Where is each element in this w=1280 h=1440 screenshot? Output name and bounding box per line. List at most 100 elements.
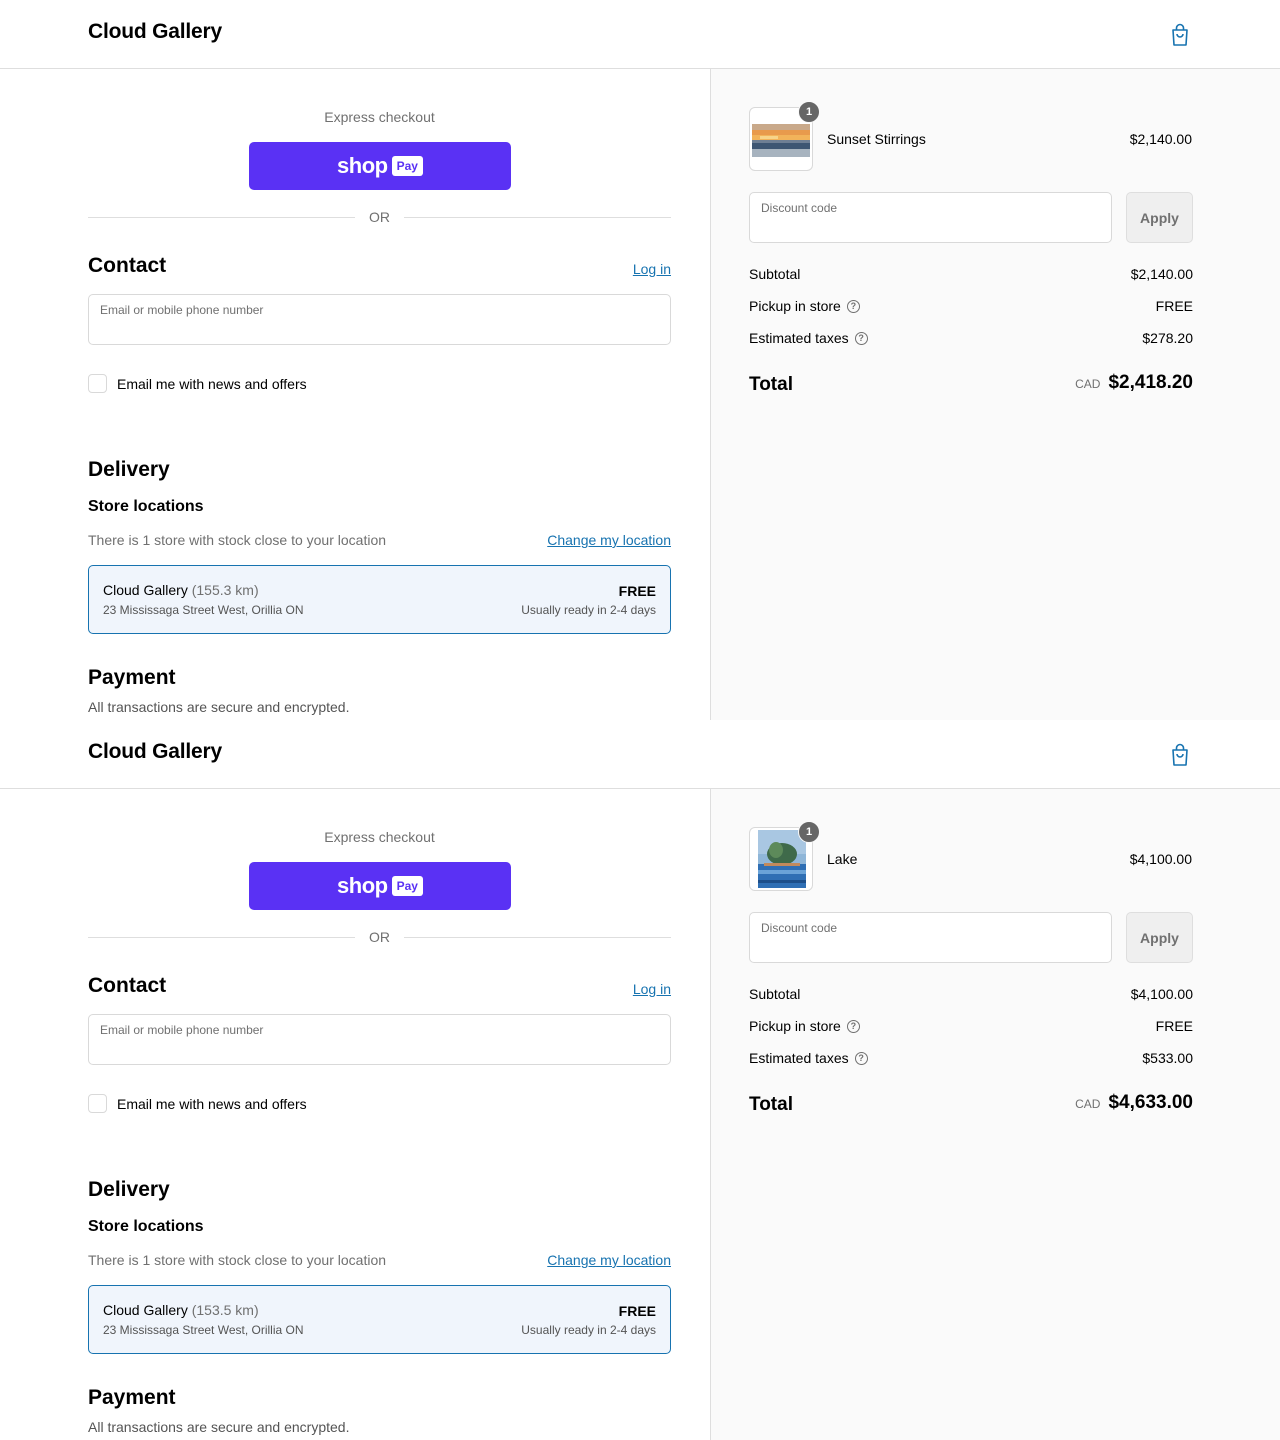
store-name: Cloud Gallery — [103, 1302, 188, 1318]
pickup-value: FREE — [1155, 298, 1193, 314]
quantity-badge: 1 — [798, 821, 820, 843]
contact-heading: Contact — [88, 254, 167, 277]
store-locations-heading: Store locations — [88, 1218, 204, 1235]
change-location-link[interactable]: Change my location — [547, 1252, 671, 1268]
email-input[interactable] — [100, 318, 659, 338]
checkout-main: Express checkout shop Pay OR Contact Log… — [0, 69, 710, 720]
shop-pay-wordmark: shop — [337, 153, 388, 178]
shopping-bag-icon[interactable] — [1170, 23, 1190, 47]
discount-input[interactable] — [761, 216, 1100, 236]
change-location-link[interactable]: Change my location — [547, 532, 671, 548]
product-price: $2,140.00 — [1129, 131, 1192, 147]
express-checkout-label: Express checkout — [324, 109, 435, 125]
shopping-bag-icon[interactable] — [1170, 743, 1190, 767]
order-summary: 1 Sunset Stirrings $2,140.00 Discount co… — [710, 69, 1280, 720]
order-summary: 1 Lake $4,100.00 Discount code Apply Sub… — [710, 789, 1280, 1440]
taxes-label-wrap: Estimated taxes ? — [749, 1050, 868, 1066]
email-input[interactable] — [100, 1038, 659, 1058]
delivery-heading: Delivery — [88, 1178, 170, 1201]
pickup-label: Pickup in store — [749, 298, 841, 314]
subtotal-value: $2,140.00 — [1130, 266, 1193, 282]
question-circle-icon[interactable]: ? — [854, 331, 868, 345]
subtotal-row: Subtotal $2,140.00 — [749, 266, 1193, 286]
total-row: Total CAD $4,633.00 — [749, 1092, 1193, 1118]
checkout-frame-1: Cloud Gallery Express checkout shop Pay … — [0, 0, 1280, 720]
store-address: 23 Mississaga Street West, Orillia ON — [103, 1323, 304, 1337]
newsletter-checkbox[interactable] — [88, 1094, 107, 1113]
product-name: Lake — [827, 851, 858, 867]
subtotal-label: Subtotal — [749, 986, 801, 1002]
store-price: FREE — [618, 583, 656, 599]
newsletter-checkbox[interactable] — [88, 374, 107, 393]
email-field-label: Email or mobile phone number — [100, 303, 264, 317]
total-value: $4,633.00 — [1108, 1092, 1193, 1113]
taxes-row: Estimated taxes ? $533.00 — [749, 1050, 1193, 1070]
pickup-label-wrap: Pickup in store ? — [749, 1018, 860, 1034]
checkout-main: Express checkout shop Pay OR Contact Log… — [0, 789, 710, 1440]
contact-heading: Contact — [88, 974, 167, 997]
store-address: 23 Mississaga Street West, Orillia ON — [103, 603, 304, 617]
store-locations-heading: Store locations — [88, 498, 204, 515]
header: Cloud Gallery — [0, 0, 1280, 69]
product-thumbnail: 1 — [749, 101, 820, 171]
currency-code: CAD — [1075, 1097, 1101, 1111]
pickup-row: Pickup in store ? FREE — [749, 298, 1193, 318]
subtotal-row: Subtotal $4,100.00 — [749, 986, 1193, 1006]
discount-field-label: Discount code — [761, 921, 838, 935]
store-option[interactable]: Cloud Gallery (153.5 km) 23 Mississaga S… — [88, 1285, 671, 1354]
shop-pay-button[interactable]: shop Pay — [249, 862, 511, 910]
product-price: $4,100.00 — [1129, 851, 1192, 867]
newsletter-option[interactable]: Email me with news and offers — [88, 1094, 307, 1113]
pickup-label-wrap: Pickup in store ? — [749, 298, 860, 314]
or-divider: OR — [88, 929, 671, 945]
email-field[interactable]: Email or mobile phone number — [88, 1014, 671, 1065]
or-divider: OR — [88, 209, 671, 225]
total-value: $2,418.20 — [1108, 372, 1193, 393]
taxes-label: Estimated taxes — [749, 330, 849, 346]
login-link[interactable]: Log in — [633, 261, 671, 277]
store-logo[interactable]: Cloud Gallery — [88, 20, 222, 44]
question-circle-icon[interactable]: ? — [846, 1019, 860, 1033]
stock-note: There is 1 store with stock close to you… — [88, 1252, 387, 1268]
payment-note: All transactions are secure and encrypte… — [88, 699, 350, 715]
store-name-line: Cloud Gallery (155.3 km) — [103, 582, 259, 598]
email-field-label: Email or mobile phone number — [100, 1023, 264, 1037]
express-checkout-label: Express checkout — [324, 829, 435, 845]
discount-code-field[interactable]: Discount code — [749, 192, 1112, 243]
store-name-line: Cloud Gallery (153.5 km) — [103, 1302, 259, 1318]
shop-pay-badge: Pay — [391, 876, 423, 896]
question-circle-icon[interactable]: ? — [854, 1051, 868, 1065]
product-thumbnail: 1 — [749, 821, 820, 891]
newsletter-option[interactable]: Email me with news and offers — [88, 374, 307, 393]
discount-input[interactable] — [761, 936, 1100, 956]
currency-code: CAD — [1075, 377, 1101, 391]
apply-discount-button[interactable]: Apply — [1126, 192, 1193, 243]
discount-code-field[interactable]: Discount code — [749, 912, 1112, 963]
login-link[interactable]: Log in — [633, 981, 671, 997]
store-distance: (153.5 km) — [191, 1302, 259, 1318]
email-field[interactable]: Email or mobile phone number — [88, 294, 671, 345]
taxes-value: $533.00 — [1142, 1050, 1193, 1066]
payment-note: All transactions are secure and encrypte… — [88, 1419, 350, 1435]
total-amount: CAD $4,633.00 — [1075, 1092, 1193, 1114]
store-price: FREE — [618, 1303, 656, 1319]
delivery-heading: Delivery — [88, 458, 170, 481]
divider-line — [404, 217, 671, 218]
question-circle-icon[interactable]: ? — [846, 299, 860, 313]
total-label: Total — [749, 374, 793, 395]
shop-pay-wordmark: shop — [337, 873, 388, 898]
shop-pay-badge: Pay — [391, 156, 423, 176]
taxes-value: $278.20 — [1142, 330, 1193, 346]
pickup-value: FREE — [1155, 1018, 1193, 1034]
apply-discount-button[interactable]: Apply — [1126, 912, 1193, 963]
newsletter-label: Email me with news and offers — [117, 1095, 307, 1112]
store-option[interactable]: Cloud Gallery (155.3 km) 23 Mississaga S… — [88, 565, 671, 634]
payment-heading: Payment — [88, 1386, 176, 1409]
quantity-badge: 1 — [798, 101, 820, 123]
shop-pay-button[interactable]: shop Pay — [249, 142, 511, 190]
taxes-label: Estimated taxes — [749, 1050, 849, 1066]
store-logo[interactable]: Cloud Gallery — [88, 740, 222, 764]
divider-line — [404, 937, 671, 938]
store-ready-time: Usually ready in 2-4 days — [521, 603, 656, 617]
product-name: Sunset Stirrings — [827, 131, 926, 147]
